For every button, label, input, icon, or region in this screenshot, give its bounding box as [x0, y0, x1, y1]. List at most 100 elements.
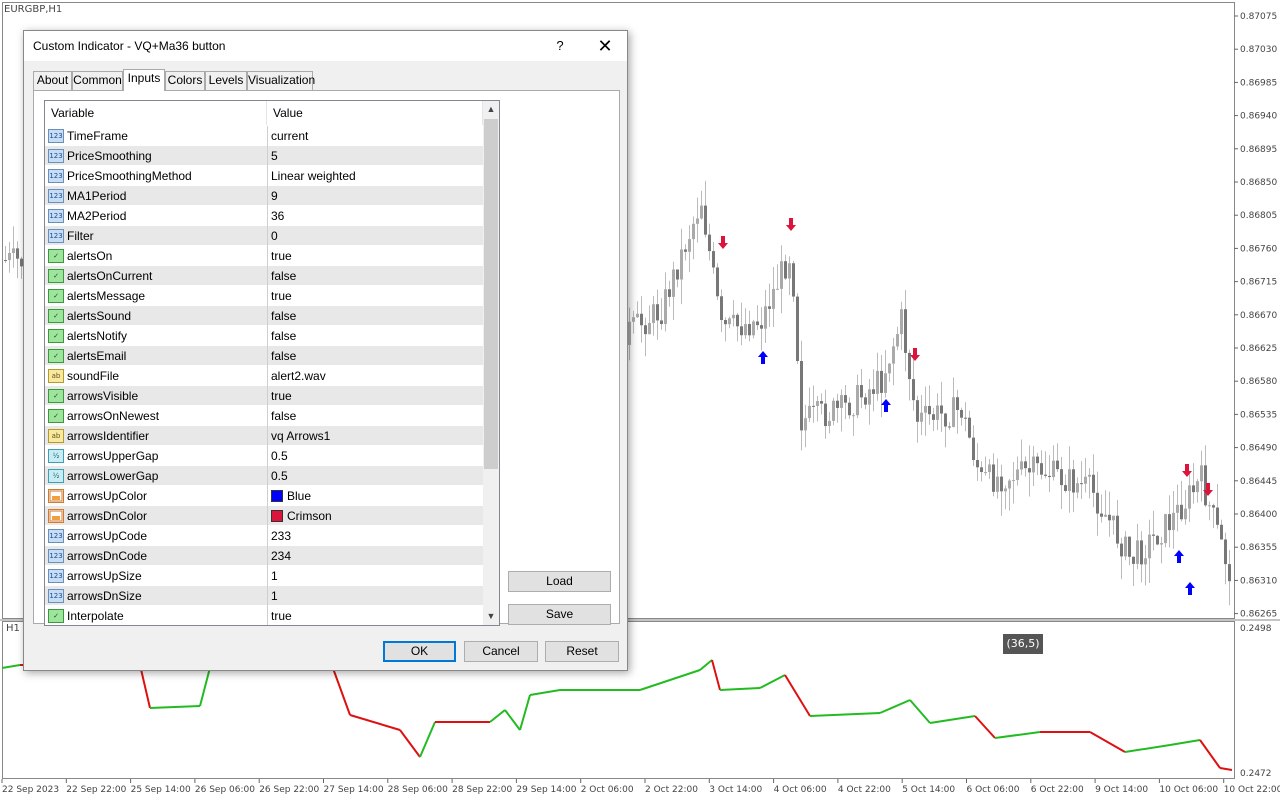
- reset-button[interactable]: Reset: [545, 641, 619, 662]
- candle-body: [1176, 504, 1179, 513]
- help-button[interactable]: ?: [548, 31, 572, 61]
- candle-body: [1132, 556, 1135, 564]
- int-type-icon: 123: [48, 209, 64, 223]
- variable-value[interactable]: false: [267, 266, 481, 286]
- input-row-PriceSmoothingMethod[interactable]: 123 PriceSmoothingMethod Linear weighted: [45, 166, 483, 186]
- candle-body: [936, 405, 939, 420]
- variable-value[interactable]: 0.5: [267, 466, 481, 486]
- grid-scrollbar[interactable]: ▲ ▼: [483, 101, 499, 625]
- input-row-arrowsOnNewest[interactable]: ✓ arrowsOnNewest false: [45, 406, 483, 426]
- input-row-TimeFrame[interactable]: 123 TimeFrame current: [45, 126, 483, 146]
- variable-value[interactable]: true: [267, 386, 481, 406]
- variable-value[interactable]: vq Arrows1: [267, 426, 481, 446]
- candle-body: [1004, 488, 1007, 492]
- variable-value[interactable]: 9: [267, 186, 481, 206]
- input-row-alertsOnCurrent[interactable]: ✓ alertsOnCurrent false: [45, 266, 483, 286]
- candle-body: [1160, 543, 1163, 545]
- variable-value[interactable]: 36: [267, 206, 481, 226]
- input-row-alertsMessage[interactable]: ✓ alertsMessage true: [45, 286, 483, 306]
- save-button[interactable]: Save: [508, 604, 611, 625]
- input-row-alertsEmail[interactable]: ✓ alertsEmail false: [45, 346, 483, 366]
- input-row-arrowsVisible[interactable]: ✓ arrowsVisible true: [45, 386, 483, 406]
- candle-body: [716, 267, 719, 297]
- ok-button[interactable]: OK: [383, 641, 456, 662]
- indicator-segment: [929, 715, 976, 724]
- input-row-arrowsDnSize[interactable]: 123 arrowsDnSize 1: [45, 586, 483, 606]
- candle-body: [740, 326, 743, 336]
- candle-body: [756, 321, 759, 326]
- variable-value[interactable]: true: [267, 246, 481, 266]
- variable-column-header[interactable]: Variable: [45, 101, 267, 125]
- variable-value[interactable]: true: [267, 606, 481, 625]
- variable-value[interactable]: false: [267, 306, 481, 326]
- variable-value[interactable]: true: [267, 286, 481, 306]
- tab-common[interactable]: Common: [72, 71, 123, 90]
- bool-type-icon: ✓: [48, 409, 64, 423]
- input-row-arrowsUpperGap[interactable]: ½ arrowsUpperGap 0.5: [45, 446, 483, 466]
- candle-body: [16, 248, 19, 259]
- variable-value[interactable]: 5: [267, 146, 481, 166]
- variable-value[interactable]: Crimson: [267, 506, 481, 526]
- scroll-up-icon[interactable]: ▲: [483, 101, 499, 118]
- input-row-Filter[interactable]: 123 Filter 0: [45, 226, 483, 246]
- variable-value[interactable]: Blue: [267, 486, 481, 506]
- candle-body: [1104, 514, 1107, 517]
- input-row-arrowsDnColor[interactable]: arrowsDnColor Crimson: [45, 506, 483, 526]
- price-label: 0.86715: [1240, 278, 1277, 288]
- time-label: 26 Sep 22:00: [259, 785, 319, 795]
- variable-value[interactable]: 1: [267, 566, 481, 586]
- tab-visualization[interactable]: Visualization: [247, 71, 315, 90]
- variable-value[interactable]: Linear weighted: [267, 166, 481, 186]
- candle-body: [868, 389, 871, 405]
- candle-body: [748, 324, 751, 336]
- variable-value[interactable]: false: [267, 326, 481, 346]
- variable-value[interactable]: false: [267, 346, 481, 366]
- input-row-Interpolate[interactable]: ✓ Interpolate true: [45, 606, 483, 625]
- cancel-button[interactable]: Cancel: [464, 641, 538, 662]
- input-row-soundFile[interactable]: ab soundFile alert2.wav: [45, 366, 483, 386]
- int-type-icon: 123: [48, 229, 64, 243]
- indicator-segment: [529, 689, 561, 696]
- input-row-alertsSound[interactable]: ✓ alertsSound false: [45, 306, 483, 326]
- variable-value[interactable]: 0: [267, 226, 481, 246]
- input-row-alertsOn[interactable]: ✓ alertsOn true: [45, 246, 483, 266]
- candle-body: [1116, 515, 1119, 544]
- input-row-alertsNotify[interactable]: ✓ alertsNotify false: [45, 326, 483, 346]
- candle-body: [648, 322, 651, 335]
- value-column-header[interactable]: Value: [267, 101, 483, 125]
- input-row-arrowsUpCode[interactable]: 123 arrowsUpCode 233: [45, 526, 483, 546]
- candle-body: [764, 306, 767, 329]
- variable-value[interactable]: 0.5: [267, 446, 481, 466]
- indicator-segment: [809, 712, 881, 717]
- candle-body: [1172, 512, 1175, 531]
- input-row-MA1Period[interactable]: 123 MA1Period 9: [45, 186, 483, 206]
- tab-levels[interactable]: Levels: [205, 71, 247, 90]
- bool-type-icon: ✓: [48, 309, 64, 323]
- candle-body: [1124, 536, 1127, 557]
- candle-body: [744, 324, 747, 336]
- input-row-arrowsIdentifier[interactable]: ab arrowsIdentifier vq Arrows1: [45, 426, 483, 446]
- time-label: 6 Oct 22:00: [1031, 785, 1084, 795]
- scroll-down-icon[interactable]: ▼: [483, 608, 499, 625]
- load-button[interactable]: Load: [508, 571, 611, 592]
- close-button[interactable]: ✕: [590, 31, 620, 61]
- input-row-arrowsUpColor[interactable]: arrowsUpColor Blue: [45, 486, 483, 506]
- input-row-arrowsLowerGap[interactable]: ½ arrowsLowerGap 0.5: [45, 466, 483, 486]
- candle-body: [1220, 524, 1223, 540]
- variable-value[interactable]: 1: [267, 586, 481, 606]
- variable-value[interactable]: alert2.wav: [267, 366, 481, 386]
- variable-value[interactable]: false: [267, 406, 481, 426]
- tab-inputs[interactable]: Inputs: [123, 69, 165, 91]
- variable-value[interactable]: 234: [267, 546, 481, 566]
- input-row-arrowsUpSize[interactable]: 123 arrowsUpSize 1: [45, 566, 483, 586]
- input-row-PriceSmoothing[interactable]: 123 PriceSmoothing 5: [45, 146, 483, 166]
- input-row-arrowsDnCode[interactable]: 123 arrowsDnCode 234: [45, 546, 483, 566]
- tab-about[interactable]: About: [33, 71, 72, 90]
- dialog-titlebar[interactable]: Custom Indicator - VQ+Ma36 button ? ✕: [24, 31, 627, 61]
- tab-colors[interactable]: Colors: [165, 71, 205, 90]
- scroll-thumb[interactable]: [484, 119, 498, 469]
- variable-value[interactable]: current: [267, 126, 481, 146]
- variable-value[interactable]: 233: [267, 526, 481, 546]
- input-row-MA2Period[interactable]: 123 MA2Period 36: [45, 206, 483, 226]
- indicator-segment: [519, 694, 531, 731]
